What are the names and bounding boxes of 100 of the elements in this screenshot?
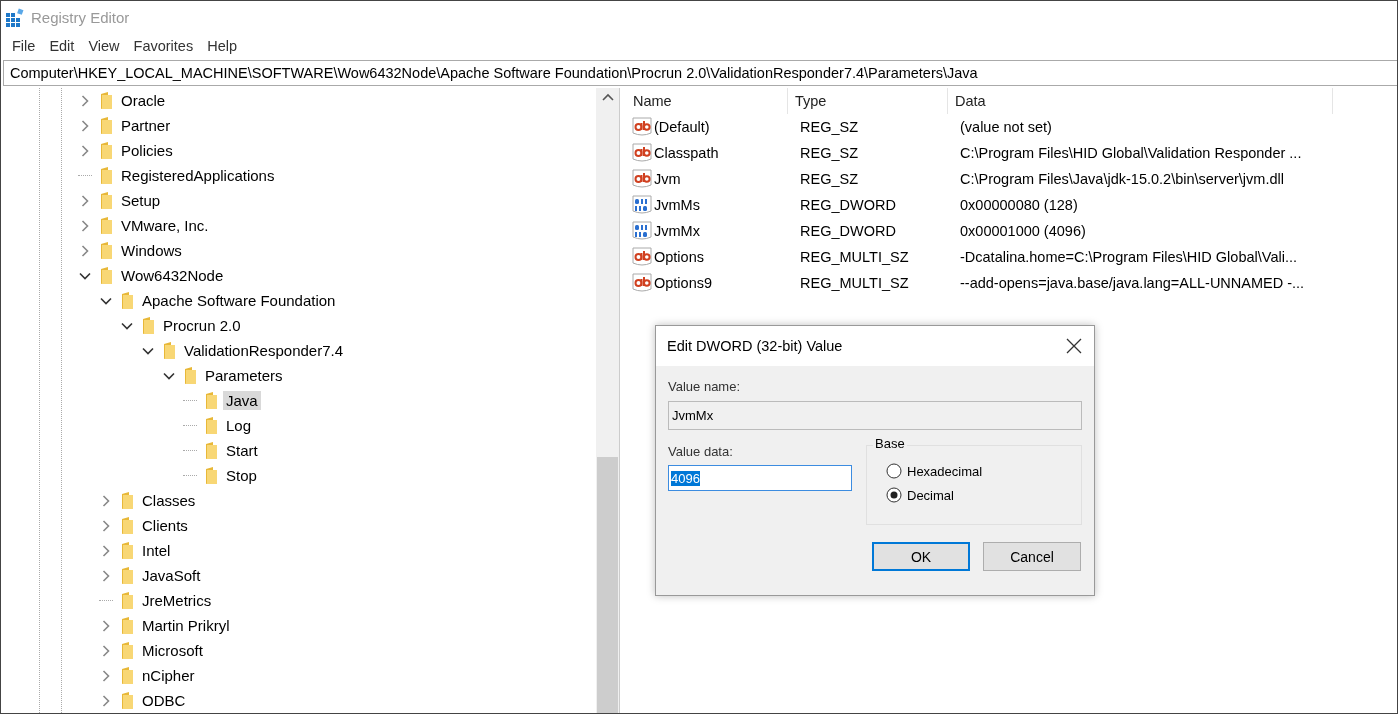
tree-item[interactable]: Java [223,391,261,410]
radio-circle-icon[interactable] [886,487,902,503]
tree-item[interactable]: Parameters [202,366,286,385]
value-name: (Default) [654,119,710,135]
scroll-up-icon[interactable] [600,92,615,102]
value-name: JvmMx [654,223,700,239]
tree-item[interactable]: JavaSoft [139,566,204,585]
tree-item[interactable]: ValidationResponder7.4 [181,341,346,360]
radio-circle-icon[interactable] [886,463,902,479]
string-value-icon [632,169,652,189]
string-value-icon [632,273,652,293]
value-type: REG_SZ [799,119,859,135]
value-type: REG_SZ [799,145,859,161]
folder-icon [119,491,135,510]
folder-icon [119,641,135,660]
folder-icon [98,216,114,235]
column-header[interactable]: Data [948,88,1333,114]
menu-item[interactable]: Favorites [126,38,201,54]
folder-icon [98,91,114,110]
value-data: --add-opens=java.base/java.lang=ALL-UNNAMED -... [959,275,1305,291]
folder-icon [98,116,114,135]
tree-item[interactable]: Partner [118,116,174,135]
value-name-field[interactable]: JvmMx [668,401,1082,430]
scrollbar-thumb[interactable] [597,457,618,713]
folder-icon [119,666,135,685]
tree-item[interactable]: Procrun 2.0 [160,316,244,335]
string-value-icon [632,117,652,137]
folder-icon [98,166,114,185]
field-label: Value data: [668,444,733,459]
radio-button[interactable]: Decimal [886,487,1081,503]
tree-item[interactable]: ODBC [139,691,189,710]
tree-item[interactable]: Classes [139,491,199,510]
folder-icon [119,591,135,610]
tree-item[interactable]: Oracle [118,91,169,110]
tree-item[interactable]: Policies [118,141,176,160]
folder-icon [140,316,156,335]
folder-icon [119,291,135,310]
menu-item[interactable]: Edit [42,38,82,54]
tree-item[interactable]: Setup [118,191,164,210]
field-label: Value name: [668,379,742,394]
tree-item[interactable]: Microsoft [139,641,206,660]
tree-item[interactable]: Martin Prikryl [139,616,233,635]
folder-icon [119,691,135,710]
tree-item[interactable]: Log [223,416,255,435]
column-header[interactable]: Type [788,88,948,114]
window-title: Registry Editor [31,9,130,26]
tree-item[interactable]: Start [223,441,261,460]
folder-icon [119,516,135,535]
string-value-icon [632,247,652,267]
tree-item[interactable]: VMware, Inc. [118,216,212,235]
folder-icon [203,391,219,410]
folder-icon [98,266,114,285]
folder-icon [203,466,219,485]
value-name: Classpath [654,145,719,161]
folder-icon [119,541,135,560]
binary-value-icon [632,221,652,241]
registry-editor-icon [5,7,25,28]
tree-item[interactable]: JreMetrics [139,591,215,610]
value-data: (value not set) [959,119,1052,135]
tree-item[interactable]: Apache Software Foundation [139,291,339,310]
close-icon[interactable] [1066,338,1082,354]
menu-item[interactable]: View [81,38,127,54]
tree-item[interactable]: Wow6432Node [118,266,227,285]
address-bar[interactable]: Computer\HKEY_LOCAL_MACHINE\SOFTWARE\Wow6432Node\Apache Software Foundation\Procrun 2.0\ValidationResponder7.4\Parameters\Java [3,60,1397,86]
value-data-field[interactable]: 4096 [668,465,852,491]
menu-item[interactable]: Help [200,38,244,54]
radio-button[interactable]: Hexadecimal [886,463,1081,479]
value-type: REG_DWORD [799,197,897,213]
dialog-title: Edit DWORD (32-bit) Value [667,338,843,354]
dialog-button[interactable]: OK [872,542,970,571]
binary-value-icon [632,195,652,215]
scrollbar[interactable] [596,88,619,713]
column-header[interactable]: Name [626,88,788,114]
menu-item[interactable]: File [5,38,43,54]
tree-item[interactable]: RegisteredApplications [118,166,278,185]
value-name: Options [654,249,704,265]
dialog-button[interactable]: Cancel [983,542,1081,571]
tree-item[interactable]: Clients [139,516,191,535]
folder-icon [203,441,219,460]
value-data: C:\Program Files\HID Global\Validation Responder ... [959,145,1302,161]
string-value-icon [632,143,652,163]
tree-item[interactable]: Stop [223,466,260,485]
value-name: Jvm [654,171,681,187]
group-label: Base [873,436,907,451]
value-data: -Dcatalina.home=C:\Program Files\HID Global\Vali... [959,249,1297,265]
tree-item[interactable]: nCipher [139,666,198,685]
folder-icon [119,566,135,585]
value-type: REG_SZ [799,171,859,187]
value-type: REG_MULTI_SZ [799,275,910,291]
tree-item[interactable]: Intel [139,541,174,560]
tree-item[interactable]: Windows [118,241,185,260]
value-name: JvmMs [654,197,700,213]
folder-icon [98,141,114,160]
folder-icon [161,341,177,360]
folder-icon [203,416,219,435]
folder-icon [119,616,135,635]
value-type: REG_DWORD [799,223,897,239]
value-type: REG_MULTI_SZ [799,249,910,265]
value-data: C:\Program Files\Java\jdk-15.0.2\bin\server\jvm.dll [959,171,1284,187]
folder-icon [182,366,198,385]
